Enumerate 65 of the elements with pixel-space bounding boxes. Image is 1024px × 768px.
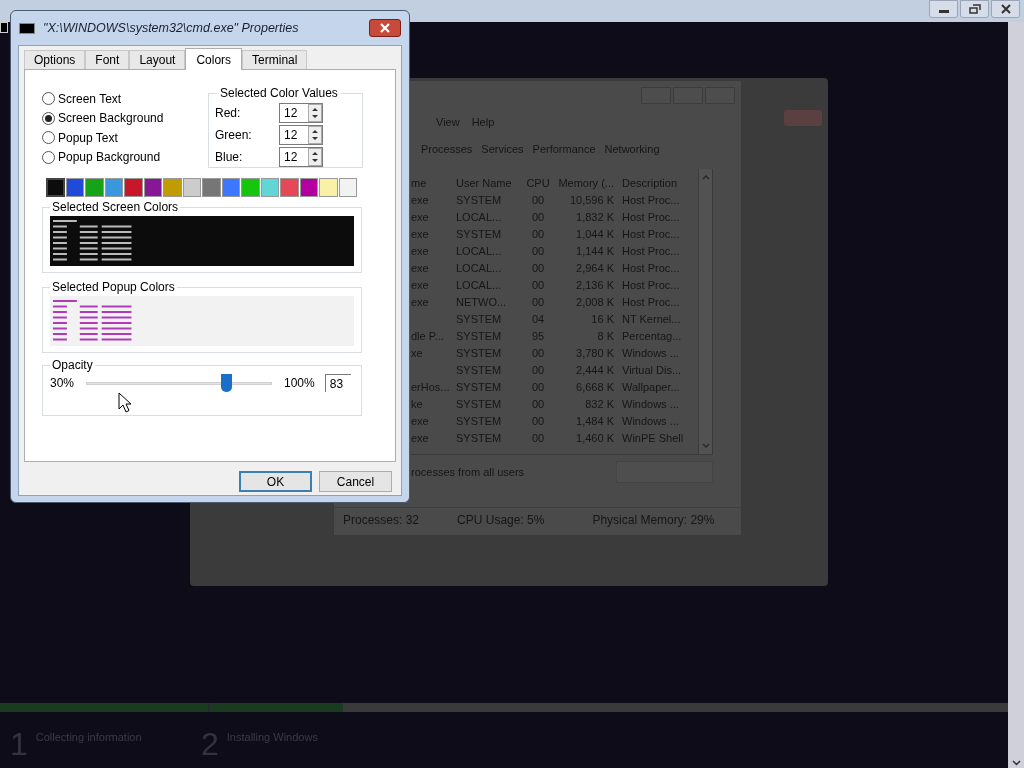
mouse-pointer-icon	[118, 392, 131, 413]
tab[interactable]: Layout	[129, 50, 186, 69]
radio-option[interactable]: Popup Text	[42, 128, 188, 148]
spin-arrows-icon[interactable]	[308, 148, 322, 166]
color-swatch[interactable]	[241, 178, 260, 197]
number-spinner[interactable]: 12	[279, 125, 323, 145]
spin-arrows-icon[interactable]	[308, 126, 322, 144]
group-title: Selected Color Values	[219, 85, 339, 102]
color-swatch[interactable]	[280, 178, 299, 197]
color-swatch[interactable]	[260, 178, 279, 197]
field-label: Green:	[215, 127, 253, 144]
radio-button[interactable]	[42, 150, 55, 164]
close-icon	[999, 4, 1012, 14]
color-swatch[interactable]	[143, 178, 162, 197]
restore-icon	[968, 4, 981, 14]
color-swatch[interactable]	[85, 178, 104, 197]
cancel-button[interactable]: Cancel	[319, 471, 392, 492]
number-spinner[interactable]: 12	[279, 147, 323, 167]
tab[interactable]: Terminal	[242, 50, 308, 69]
vertical-scrollbar[interactable]	[1008, 22, 1024, 768]
radio-option[interactable]: Screen Background	[42, 108, 188, 128]
field-label: Red:	[215, 105, 242, 122]
group-title: Selected Popup Colors	[51, 279, 176, 296]
color-swatch[interactable]	[124, 178, 143, 197]
radio-option[interactable]: Screen Text	[42, 89, 188, 109]
number-spinner[interactable]: 12	[279, 103, 323, 123]
max-label: 100%	[284, 375, 315, 392]
scroll-up-icon[interactable]	[701, 175, 710, 180]
color-swatch[interactable]	[202, 178, 221, 197]
close-button[interactable]	[991, 0, 1020, 18]
slider[interactable]	[86, 374, 272, 392]
radio-button[interactable]	[42, 92, 55, 106]
scrollbar[interactable]	[698, 169, 712, 454]
tab[interactable]: Colors	[185, 48, 243, 70]
color-swatch[interactable]	[65, 178, 84, 197]
color-swatch[interactable]	[319, 178, 338, 197]
color-swatch[interactable]	[163, 178, 182, 197]
field-label: Blue:	[215, 149, 244, 166]
radio-option[interactable]: Popup Background	[42, 147, 188, 167]
group-title: Selected Screen Colors	[51, 199, 180, 216]
scroll-down-icon[interactable]	[701, 443, 710, 448]
console-icon	[0, 22, 8, 33]
minimize-button[interactable]	[929, 0, 958, 18]
color-swatch[interactable]	[338, 178, 357, 197]
color-swatch[interactable]	[182, 178, 201, 197]
spin-arrows-icon[interactable]	[308, 104, 322, 122]
min-label: 30%	[50, 375, 76, 392]
slider-thumb[interactable]	[221, 374, 233, 392]
color-swatch[interactable]	[46, 178, 65, 197]
tab[interactable]: Font	[85, 50, 130, 69]
radio-button[interactable]	[42, 131, 55, 145]
radio-button[interactable]	[42, 111, 55, 125]
color-swatch[interactable]	[104, 178, 123, 197]
close-button[interactable]	[369, 19, 401, 37]
close-icon	[380, 23, 390, 33]
window-title: "X:\WINDOWS\system32\cmd.exe" Properties	[43, 19, 300, 37]
chevron-down-icon[interactable]	[1011, 760, 1021, 766]
tab[interactable]: Options	[24, 50, 86, 69]
group-title: Opacity	[51, 357, 94, 374]
ok-button[interactable]: OK	[239, 471, 312, 492]
color-swatch[interactable]	[299, 178, 318, 197]
color-swatch[interactable]	[221, 178, 240, 197]
restore-button[interactable]	[960, 0, 989, 18]
console-icon	[19, 22, 35, 34]
opacity-field[interactable]: 83	[324, 374, 351, 392]
